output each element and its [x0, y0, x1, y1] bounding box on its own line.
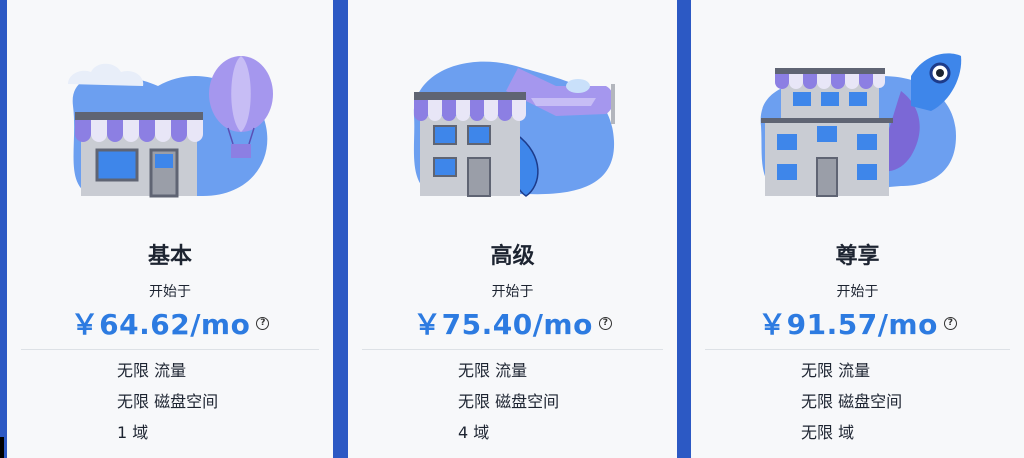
- help-circle-icon[interactable]: ?: [256, 316, 270, 330]
- plan-title: 高级: [490, 244, 535, 269]
- starting-at-label: 开始于: [149, 284, 191, 300]
- feature-disk-space: 无限 磁盘空间: [801, 392, 903, 411]
- feature-list: 无限 流量 无限 磁盘空间 4 域: [458, 358, 559, 451]
- feature-domains: 无限 域: [801, 423, 855, 442]
- plan-card-advanced: 高级 开始于 ￥75.40/mo? 无限 流量 无限 磁盘空间 4 域: [348, 0, 677, 458]
- divider: [705, 349, 1010, 350]
- plan-price: ￥91.57/mo: [758, 308, 938, 341]
- store-balloon-illustration: [68, 56, 273, 198]
- store-airplane-illustration: [413, 61, 615, 197]
- plan-price: ￥75.40/mo: [413, 308, 593, 341]
- feature-bandwidth: 无限 流量: [801, 361, 871, 380]
- starting-at-label: 开始于: [491, 284, 534, 300]
- starting-at-label: 开始于: [836, 284, 879, 300]
- feature-list: 无限 流量 无限 磁盘空间 无限 域: [801, 358, 902, 451]
- help-circle-icon[interactable]: ?: [598, 316, 612, 330]
- plan-title: 基本: [147, 244, 192, 269]
- plan-card-basic: 基本 开始于 ￥64.62/mo? 无限 流量 无限 磁盘空间 1 域: [7, 0, 333, 458]
- feature-bandwidth: 无限 流量: [117, 361, 187, 380]
- building-rocket-illustration: [760, 53, 961, 197]
- divider: [362, 349, 663, 350]
- help-circle-icon[interactable]: ?: [943, 316, 957, 330]
- price-row: ￥75.40/mo?: [348, 303, 677, 343]
- page-edge-mark: [0, 437, 4, 458]
- plan-title: 尊享: [835, 244, 880, 269]
- feature-disk-space: 无限 磁盘空间: [458, 392, 560, 411]
- feature-domains: 1 域: [117, 423, 149, 442]
- price-row: ￥64.62/mo?: [7, 303, 333, 343]
- feature-disk-space: 无限 磁盘空间: [117, 392, 219, 411]
- feature-bandwidth: 无限 流量: [458, 361, 528, 380]
- divider: [21, 349, 319, 350]
- feature-list: 无限 流量 无限 磁盘空间 1 域: [117, 358, 218, 451]
- plan-price: ￥64.62/mo: [70, 308, 251, 341]
- plan-card-premium: 尊享 开始于 ￥91.57/mo? 无限 流量 无限 磁盘空间 无限 域: [691, 0, 1024, 458]
- feature-domains: 4 域: [458, 423, 490, 442]
- price-row: ￥91.57/mo?: [691, 303, 1024, 343]
